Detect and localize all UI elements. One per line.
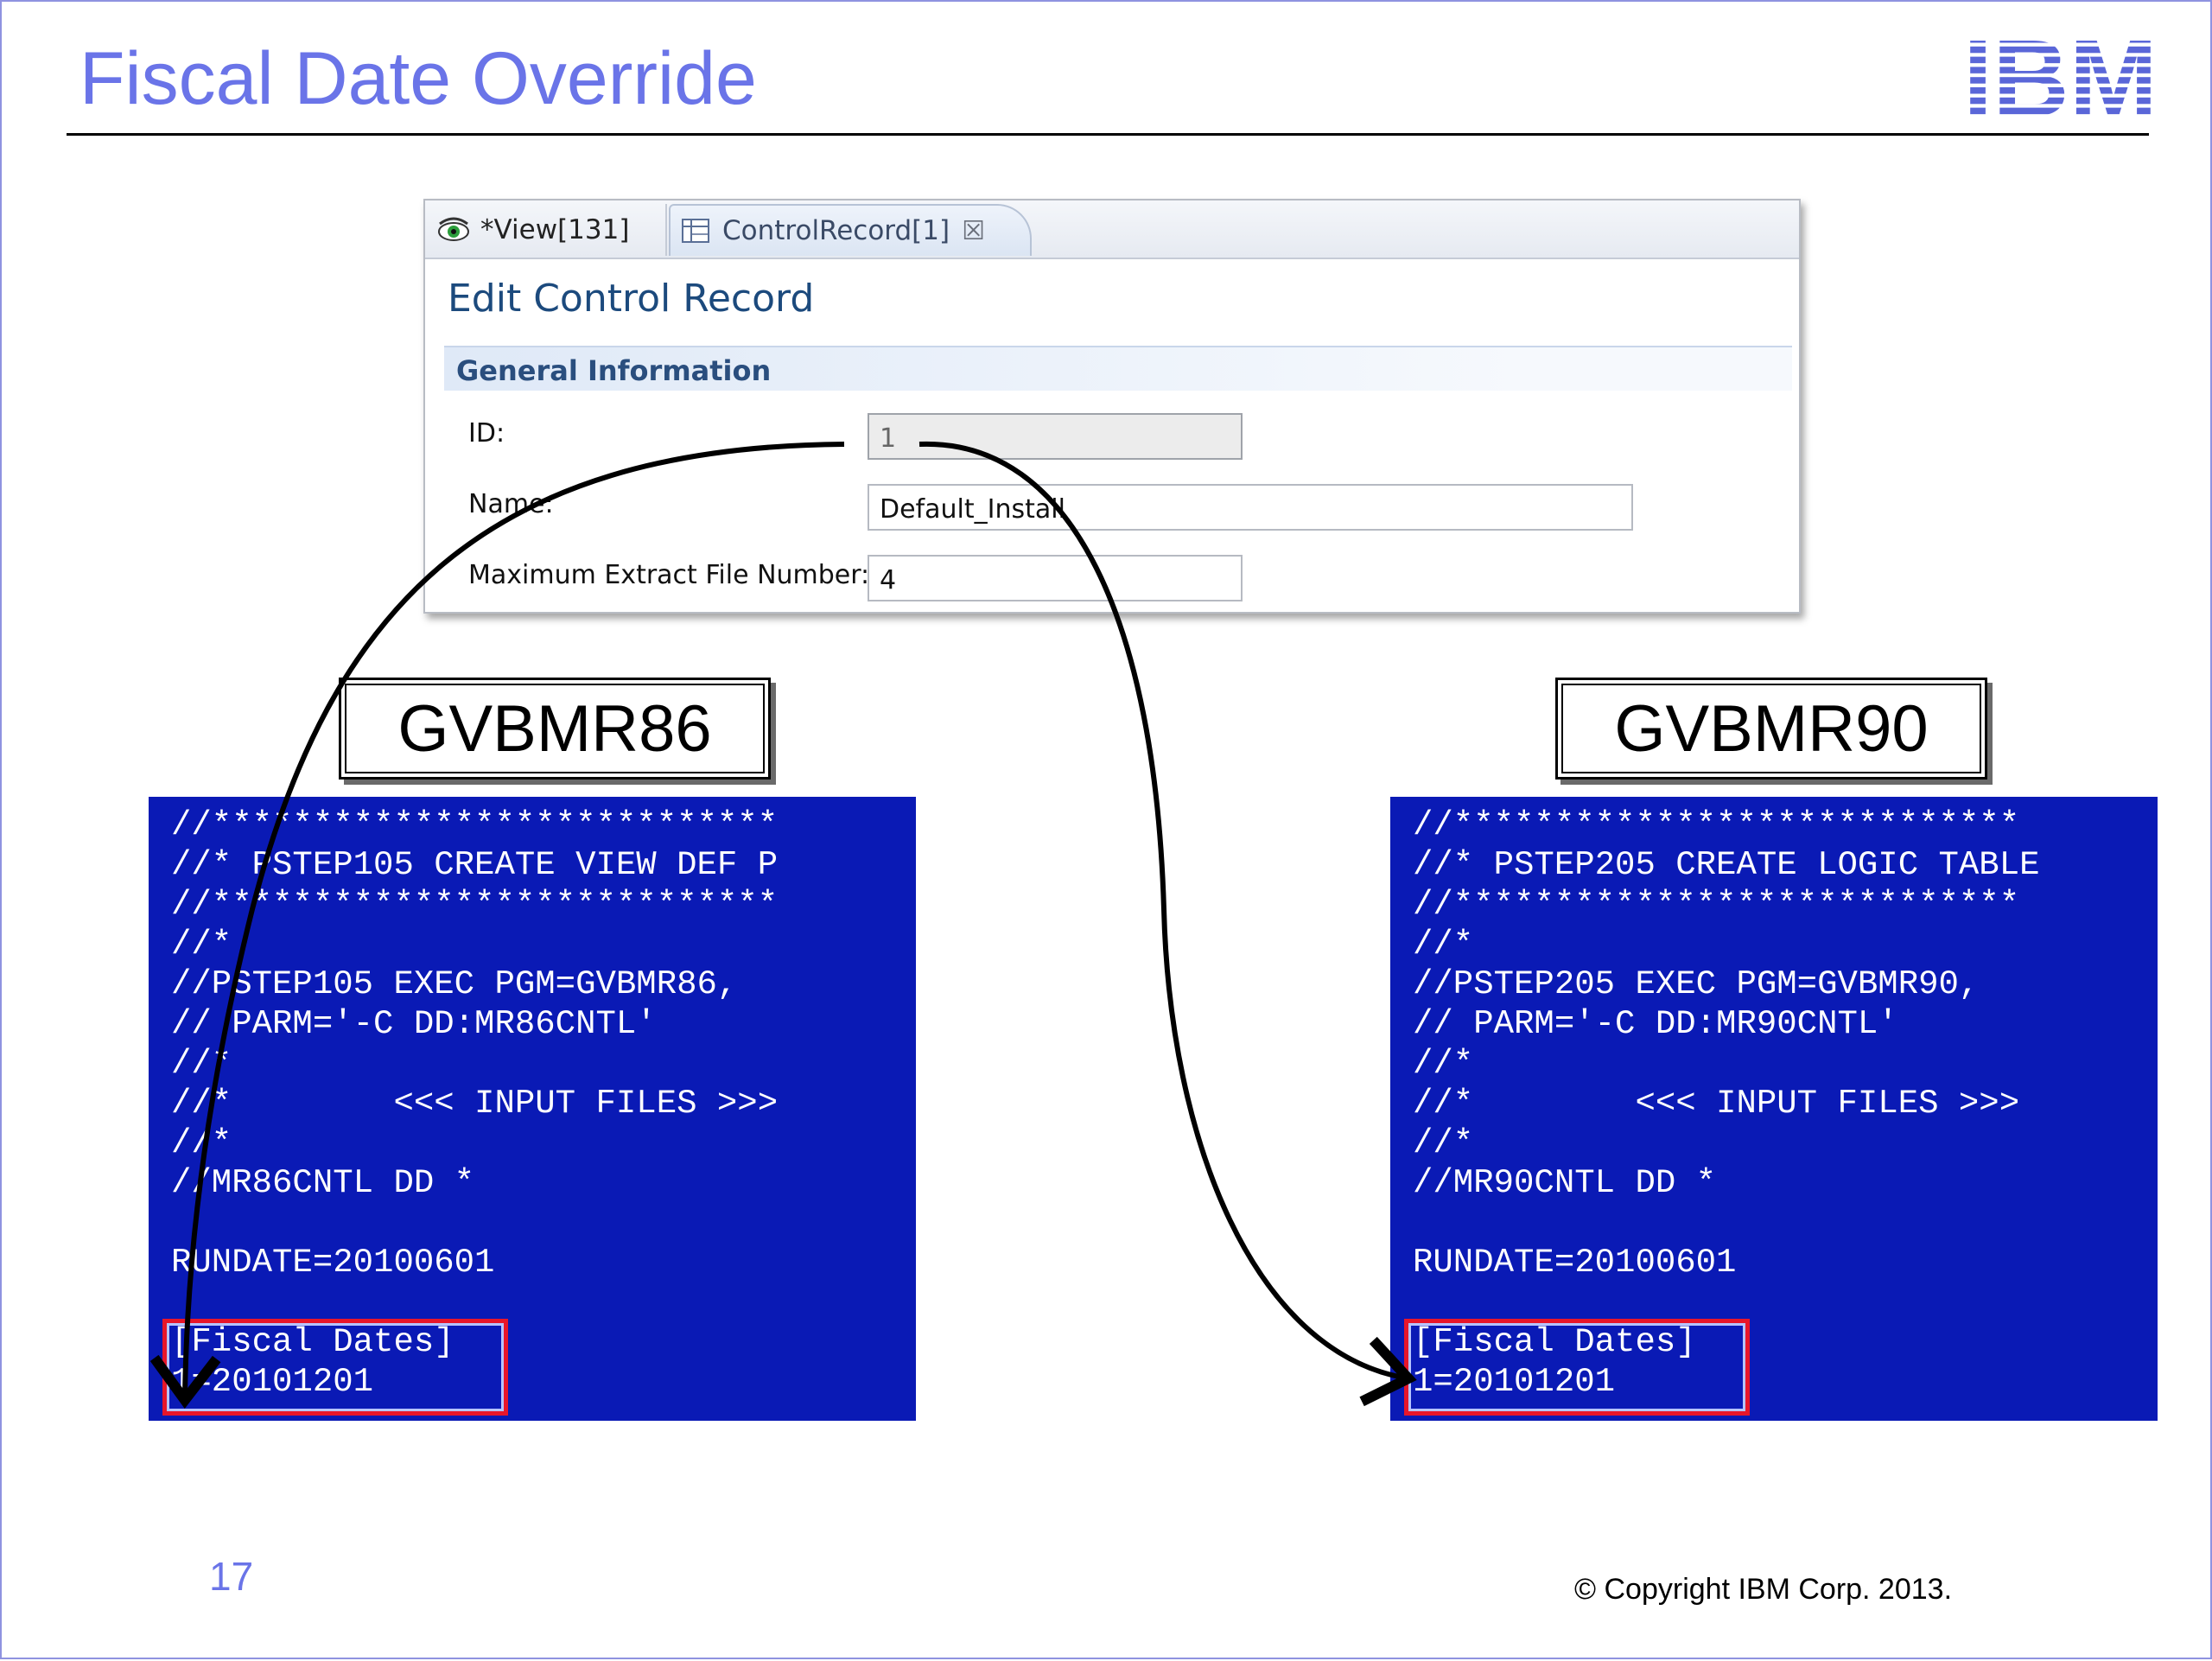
- jcl-line: 1=20101201: [171, 1363, 374, 1401]
- jcl-line: [Fiscal Dates]: [1413, 1323, 1696, 1361]
- jcl-line: //****************************: [171, 806, 779, 844]
- max-extract-field[interactable]: 4: [868, 555, 1243, 601]
- gvbmr86-label-text: GVBMR86: [397, 691, 712, 766]
- jcl-line: //****************************: [171, 886, 779, 924]
- section-general-information[interactable]: General Information: [444, 346, 1792, 391]
- jcl-line: //****************************: [1413, 886, 2020, 924]
- tab-control-record[interactable]: ControlRecord[1] ☒: [669, 204, 1032, 256]
- jcl-line: //* PSTEP205 CREATE LOGIC TABLE: [1413, 846, 2040, 884]
- ibm-logo: IBM: [1963, 36, 2158, 118]
- control-record-editor: *View[131] ControlRecord[1] ☒ Edit Contr…: [423, 199, 1801, 614]
- id-label: ID:: [468, 418, 505, 449]
- jcl-line: //*: [1413, 926, 1474, 964]
- close-icon[interactable]: ☒: [962, 216, 985, 246]
- jcl-line: //****************************: [1413, 806, 2020, 844]
- editor-heading: Edit Control Record: [448, 277, 815, 321]
- editor-tab-strip: *View[131] ControlRecord[1] ☒: [425, 200, 1799, 259]
- jcl-line: //*: [171, 926, 232, 964]
- svg-text:IBM: IBM: [1963, 36, 2158, 118]
- gvbmr86-label: GVBMR86: [339, 678, 771, 780]
- title-divider: [67, 133, 2149, 136]
- jcl-line: RUNDATE=20100601: [1413, 1244, 1737, 1282]
- jcl-line: //*: [1413, 1124, 1474, 1162]
- jcl-panel-gvbmr90: //**************************** //* PSTEP…: [1390, 797, 2158, 1421]
- table-icon: [682, 219, 709, 243]
- name-field[interactable]: Default_Install: [868, 484, 1633, 531]
- jcl-panel-gvbmr86: //**************************** //* PSTEP…: [149, 797, 916, 1421]
- slide-title: Fiscal Date Override: [79, 37, 757, 120]
- jcl-line: //*: [171, 1045, 232, 1083]
- jcl-line: //* PSTEP105 CREATE VIEW DEF P: [171, 846, 779, 884]
- jcl-line: //MR90CNTL DD *: [1413, 1164, 1717, 1202]
- tab-view-label: *View[131]: [480, 214, 630, 245]
- name-label: Name:: [468, 489, 554, 519]
- tab-view[interactable]: *View[131]: [429, 204, 667, 256]
- jcl-line: 1=20101201: [1413, 1363, 1616, 1401]
- eye-icon: [438, 217, 469, 241]
- max-extract-label: Maximum Extract File Number:: [468, 560, 870, 590]
- gvbmr90-label: GVBMR90: [1555, 678, 1987, 780]
- jcl-line: //* <<< INPUT FILES >>>: [171, 1085, 779, 1123]
- jcl-line: //MR86CNTL DD *: [171, 1164, 475, 1202]
- page-number: 17: [209, 1554, 254, 1599]
- jcl-line: // PARM='-C DD:MR86CNTL': [171, 1005, 657, 1043]
- jcl-line: //PSTEP205 EXEC PGM=GVBMR90,: [1413, 965, 1980, 1003]
- jcl-line: RUNDATE=20100601: [171, 1244, 495, 1282]
- tab-control-record-label: ControlRecord[1]: [722, 215, 950, 246]
- copyright-notice: © Copyright IBM Corp. 2013.: [1574, 1573, 1953, 1606]
- jcl-line: //*: [1413, 1045, 1474, 1083]
- gvbmr90-label-text: GVBMR90: [1614, 691, 1929, 766]
- jcl-line: // PARM='-C DD:MR90CNTL': [1413, 1005, 1898, 1043]
- jcl-line: //PSTEP105 EXEC PGM=GVBMR86,: [171, 965, 738, 1003]
- jcl-line: //*: [171, 1124, 232, 1162]
- id-field: 1: [868, 413, 1243, 460]
- jcl-line: //* <<< INPUT FILES >>>: [1413, 1085, 2020, 1123]
- jcl-line: [Fiscal Dates]: [171, 1323, 454, 1361]
- slide: Fiscal Date Override IBM *View[131] Cont…: [0, 0, 2212, 1659]
